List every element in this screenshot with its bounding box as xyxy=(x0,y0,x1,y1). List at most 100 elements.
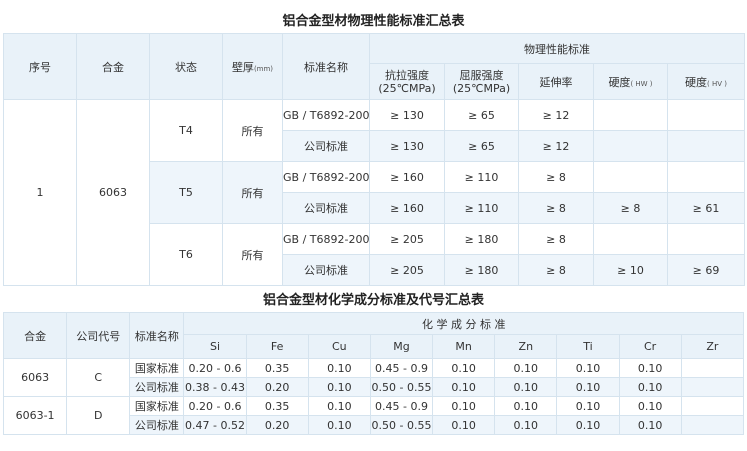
value-cell: 0.10 xyxy=(432,377,496,397)
hw-cell xyxy=(593,99,668,131)
header-hv-label: 硬度 xyxy=(685,75,708,89)
chemical-table-title: 铝合金型材化学成分标准及代号汇总表 xyxy=(262,293,484,308)
hw-cell: ≥ 8 xyxy=(593,192,668,224)
seq-cell: 1 xyxy=(3,99,77,286)
value-cell: 0.20 - 0.6 xyxy=(183,396,247,416)
header-element: Cr xyxy=(618,334,682,359)
value-cell: 0.10 xyxy=(307,377,371,397)
value-cell: 0.10 xyxy=(432,415,496,435)
yield-cell: ≥ 65 xyxy=(444,99,519,131)
value-cell: 0.10 xyxy=(432,396,496,416)
chemical-composition-table: 合金 公司代号 标准名称 化 学 成 分 标 准 Si Fe Cu Mg Mn … xyxy=(2,312,745,435)
tensile-cell: ≥ 130 xyxy=(369,130,445,162)
hv-cell: ≥ 61 xyxy=(666,192,746,224)
value-cell: 0.10 xyxy=(556,415,620,435)
header-hw-label: 硬度 xyxy=(608,75,631,89)
header-element: Zn xyxy=(494,334,558,359)
header-tensile-label: 抗拉强度 xyxy=(385,68,429,82)
value-cell: 0.10 xyxy=(556,377,620,397)
header-yield-unit: (25℃MPa) xyxy=(452,81,511,95)
standard-cell: 公司标准 xyxy=(282,254,370,286)
hw-cell xyxy=(593,223,668,255)
standard-cell: 公司标准 xyxy=(129,377,185,397)
standard-cell: 国家标准 xyxy=(129,358,185,378)
yield-cell: ≥ 110 xyxy=(444,161,519,193)
header-seq: 序号 xyxy=(3,33,77,100)
yield-cell: ≥ 180 xyxy=(444,254,519,286)
header-element: Mn xyxy=(432,334,496,359)
header-standard-name: 标准名称 xyxy=(282,33,370,100)
tensile-cell: ≥ 160 xyxy=(369,192,445,224)
standard-cell: GB / T6892-2000 xyxy=(282,99,370,131)
header-yield: 屈服强度 (25℃MPa) xyxy=(444,63,519,100)
header-hardness-hw: 硬度( HW ) xyxy=(593,63,668,100)
value-cell: 0.10 xyxy=(494,415,558,435)
tensile-cell: ≥ 205 xyxy=(369,223,445,255)
wall-cell: 所有 xyxy=(222,223,283,286)
hw-cell xyxy=(593,130,668,162)
value-cell: 0.50 - 0.55 xyxy=(369,415,434,435)
tensile-cell: ≥ 160 xyxy=(369,161,445,193)
header-wall: 壁厚(mm) xyxy=(222,33,283,100)
elongation-cell: ≥ 8 xyxy=(518,223,594,255)
elongation-cell: ≥ 8 xyxy=(518,192,594,224)
value-cell xyxy=(680,377,745,397)
value-cell: 0.20 xyxy=(245,377,309,397)
yield-cell: ≥ 180 xyxy=(444,223,519,255)
header-temper: 状态 xyxy=(149,33,223,100)
value-cell xyxy=(680,396,745,416)
header-standard-name: 标准名称 xyxy=(129,312,185,359)
value-cell: 0.45 - 0.9 xyxy=(369,396,434,416)
header-tensile: 抗拉强度 (25℃MPa) xyxy=(369,63,445,100)
header-alloy: 合金 xyxy=(76,33,150,100)
standard-cell: GB / T6892-2000 xyxy=(282,223,370,255)
standard-cell: GB / T6892-2000 xyxy=(282,161,370,193)
wall-cell: 所有 xyxy=(222,161,283,224)
header-hv-unit: ( HV ) xyxy=(707,79,727,88)
hv-cell xyxy=(666,99,746,131)
header-alloy: 合金 xyxy=(2,312,68,359)
value-cell: 0.10 xyxy=(432,358,496,378)
header-wall-label: 壁厚 xyxy=(231,60,254,74)
elongation-cell: ≥ 12 xyxy=(518,99,594,131)
elongation-cell: ≥ 8 xyxy=(518,161,594,193)
wall-cell: 所有 xyxy=(222,99,283,162)
header-element: Ti xyxy=(556,334,620,359)
yield-cell: ≥ 65 xyxy=(444,130,519,162)
standard-cell: 国家标准 xyxy=(129,396,185,416)
temper-cell: T4 xyxy=(149,99,223,162)
header-tensile-unit: (25℃MPa) xyxy=(378,81,436,95)
hw-cell xyxy=(593,161,668,193)
temper-cell: T5 xyxy=(149,161,223,224)
value-cell: 0.20 - 0.6 xyxy=(183,358,247,378)
header-physical-standard: 物理性能标准 xyxy=(368,33,746,64)
value-cell: 0.47 - 0.52 xyxy=(183,415,247,435)
header-hw-unit: ( HW ) xyxy=(630,79,653,88)
temper-cell: T6 xyxy=(149,223,223,286)
hv-cell xyxy=(666,130,746,162)
standard-cell: 公司标准 xyxy=(129,415,185,435)
value-cell: 0.20 xyxy=(245,415,309,435)
header-element: Si xyxy=(183,334,247,359)
header-hardness-hv: 硬度( HV ) xyxy=(666,63,746,100)
hv-cell: ≥ 69 xyxy=(666,254,746,286)
elongation-cell: ≥ 8 xyxy=(518,254,594,286)
value-cell: 0.45 - 0.9 xyxy=(369,358,434,378)
code-cell: D xyxy=(66,396,131,435)
alloy-cell: 6063-1 xyxy=(2,396,68,435)
elongation-cell: ≥ 12 xyxy=(518,130,594,162)
physical-properties-table: 序号 合金 状态 壁厚(mm) 标准名称 物理性能标准 抗拉强度 (25℃MPa)… xyxy=(3,33,746,286)
value-cell: 0.10 xyxy=(494,396,558,416)
standard-cell: 公司标准 xyxy=(282,192,370,224)
table-row: 1 6063 T4 所有 GB / T6892-2000 ≥ 130 ≥ 65 … xyxy=(3,99,746,286)
table-row: 6063 C 国家标准 0.20 - 0.6 0.35 0.10 0.45 - … xyxy=(2,358,745,397)
header-element: Zr xyxy=(680,334,745,359)
value-cell: 0.10 xyxy=(307,396,371,416)
yield-cell: ≥ 110 xyxy=(444,192,519,224)
value-cell: 0.10 xyxy=(556,396,620,416)
code-cell: C xyxy=(66,358,131,397)
standard-cell: 公司标准 xyxy=(282,130,370,162)
header-yield-label: 屈服强度 xyxy=(459,68,504,82)
value-cell: 0.10 xyxy=(307,358,371,378)
hv-cell xyxy=(666,223,746,255)
